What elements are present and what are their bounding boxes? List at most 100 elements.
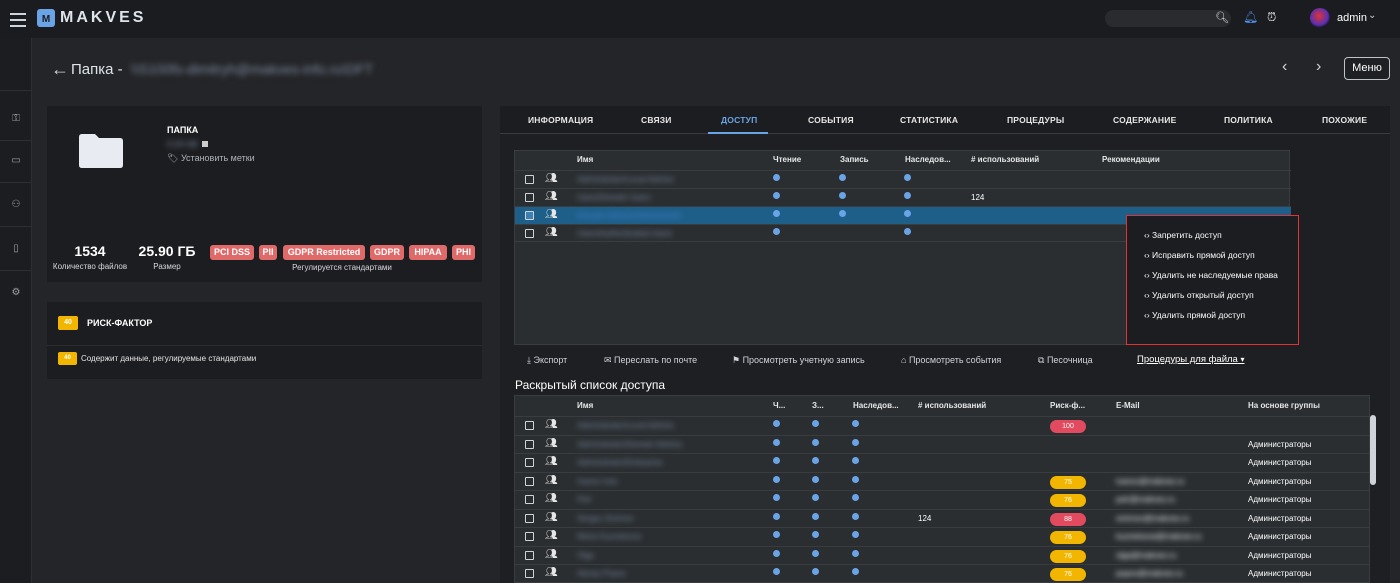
scrollbar[interactable] [1370, 415, 1376, 485]
row-name[interactable]: Ivanov Ivan [577, 477, 618, 486]
search-icon[interactable]: 🔍︎ [1215, 11, 1229, 24]
row-name[interactable]: Domain Admins\Administrator [577, 211, 682, 220]
table-row[interactable]: 👥︎ Users\Domain Users 124 [515, 188, 1291, 206]
row-name[interactable]: Administrator\Local Admins [577, 421, 674, 430]
inherit-indicator [904, 228, 911, 235]
inherit-indicator [852, 568, 859, 575]
column-header-read[interactable]: Ч... [773, 401, 785, 410]
sidebar-item-settings-icon[interactable]: ⚙ [9, 286, 23, 300]
row-checkbox[interactable] [525, 476, 534, 486]
row-name[interactable]: Administrator\Local Admins [577, 175, 674, 184]
set-tags-link[interactable]: 🏷︎ Установить метки [167, 153, 255, 164]
size-value: 25.90 ГБ [138, 243, 196, 259]
tab-similar[interactable]: ПОХОЖИЕ [1322, 115, 1367, 125]
menu-button[interactable]: Меню [1344, 57, 1390, 80]
column-header-inherit[interactable]: Наследов... [905, 155, 951, 164]
column-header-recommendations[interactable]: Рекомендации [1102, 155, 1160, 164]
sidebar-item-users-icon[interactable]: ⚇ [9, 198, 23, 212]
back-arrow-icon[interactable]: ← [51, 59, 69, 80]
column-header-inherit[interactable]: Наследов... [853, 401, 899, 410]
column-header-email[interactable]: E-Mail [1116, 401, 1140, 410]
column-header-name[interactable]: Имя [577, 155, 593, 164]
row-name[interactable]: Petr [577, 495, 592, 504]
read-indicator [773, 228, 780, 235]
menu-item-fix-direct-access[interactable]: ‹› Исправить прямой доступ [1144, 250, 1255, 260]
row-checkbox[interactable] [525, 439, 534, 449]
table-row[interactable]: 👥︎ Administrator\Domain Admins Администр… [515, 434, 1369, 454]
row-checkbox[interactable] [525, 193, 534, 202]
row-name[interactable]: Olga [577, 551, 594, 560]
tab-access[interactable]: ДОСТУП [721, 115, 757, 125]
row-checkbox[interactable] [525, 495, 534, 504]
tab-policy[interactable]: ПОЛИТИКА [1224, 115, 1273, 125]
row-checkbox[interactable] [525, 532, 534, 541]
next-arrow-icon[interactable]: › [1316, 58, 1321, 76]
tab-links[interactable]: СВЯЗИ [641, 115, 672, 125]
sandbox-button[interactable]: ⧉ Песочница [1038, 355, 1093, 366]
menu-item-remove-direct-access[interactable]: ‹› Удалить прямой доступ [1144, 310, 1245, 320]
tab-content[interactable]: СОДЕРЖАНИЕ [1113, 115, 1176, 125]
menu-item-remove-open-access[interactable]: ‹› Удалить открытый доступ [1144, 290, 1254, 300]
row-name[interactable]: Administrator\Enterprise [577, 458, 663, 467]
row-name[interactable]: Users\Authenticated Users [577, 229, 672, 238]
table-row[interactable]: 👥︎ Alexey Popov 76 popov@makves.ru Админ… [515, 564, 1369, 582]
column-header-write[interactable]: З... [812, 401, 824, 410]
row-checkbox[interactable] [525, 550, 534, 560]
table-row[interactable]: 👥︎ Administrator\Local Admins [515, 170, 1291, 188]
row-checkbox-checked[interactable] [525, 211, 534, 220]
table-row[interactable]: 👥︎ Administrator\Enterprise Администрато… [515, 453, 1369, 472]
row-checkbox[interactable] [525, 229, 534, 238]
chevron-down-icon[interactable]: ⌄ [1368, 10, 1376, 21]
group-icon: 👥︎ [545, 191, 558, 202]
row-name[interactable]: Users\Domain Users [577, 193, 651, 202]
table-row[interactable]: 👥︎ Sergey Smirnov 124 88 smirnov@makves.… [515, 508, 1369, 528]
column-header-write[interactable]: Запись [840, 155, 869, 164]
bell-icon[interactable]: 🔔︎ [1243, 10, 1258, 24]
row-name[interactable]: Administrator\Domain Admins [577, 440, 682, 449]
read-indicator [773, 438, 780, 446]
tab-procedures[interactable]: ПРОЦЕДУРЫ [1007, 115, 1064, 125]
column-header-name[interactable]: Имя [577, 401, 593, 410]
row-checkbox[interactable] [525, 513, 534, 523]
row-name[interactable]: Maria Kuznetsova [577, 532, 641, 541]
tab-events[interactable]: СОБЫТИЯ [808, 115, 854, 125]
column-header-risk[interactable]: Риск-ф... [1050, 401, 1085, 410]
write-indicator [839, 174, 846, 181]
mail-button[interactable]: ✉ Переслать по почте [604, 355, 697, 366]
column-header-group[interactable]: На основе группы [1248, 401, 1320, 410]
write-indicator [812, 420, 819, 427]
table-row[interactable]: 👥︎ Petr 76 petr@makves.ru Администраторы [515, 490, 1369, 509]
avatar[interactable] [1310, 8, 1330, 28]
prev-arrow-icon[interactable]: ‹ [1282, 58, 1287, 76]
view-events-button[interactable]: ⌂ Просмотреть события [901, 355, 1001, 365]
row-checkbox[interactable] [525, 569, 534, 578]
sidebar-item-keys-icon[interactable]: ⚿ [9, 112, 23, 126]
column-header-read[interactable]: Чтение [773, 155, 801, 164]
user-name[interactable]: admin [1337, 12, 1367, 24]
search-input[interactable] [1105, 10, 1231, 27]
table-row[interactable]: 👥︎ Maria Kuznetsova 76 kuznetsova@makves… [515, 527, 1369, 546]
tab-statistics[interactable]: СТАТИСТИКА [900, 115, 958, 125]
table-row[interactable]: 👥︎ Olga 76 olga@makves.ru Администраторы [515, 545, 1369, 565]
column-header-uses[interactable]: # использований [918, 401, 986, 410]
hamburger-menu-icon[interactable] [10, 9, 26, 29]
procedures-dropdown-button[interactable]: Процедуры для файла ▾ [1137, 354, 1245, 365]
row-name[interactable]: Sergey Smirnov [577, 514, 634, 523]
table-row[interactable]: 👥︎ Ivanov Ivan 75 ivanov@makves.ru Админ… [515, 471, 1369, 491]
view-account-button[interactable]: ⚑ Просмотреть учетную запись [732, 355, 865, 366]
row-checkbox[interactable] [525, 175, 534, 184]
table-row[interactable]: 👥︎ Administrator\Local Admins 100 [515, 416, 1369, 435]
row-checkbox[interactable] [525, 458, 534, 467]
alarm-icon[interactable]: ⏰︎ [1267, 10, 1276, 25]
uses-count: 124 [918, 513, 932, 523]
tab-info[interactable]: ИНФОРМАЦИЯ [528, 115, 593, 125]
export-button[interactable]: ⤓ Экспорт [527, 355, 567, 366]
menu-item-deny-access[interactable]: ‹› Запретить доступ [1144, 230, 1222, 240]
group-icon: 👥︎ [545, 493, 558, 504]
column-header-uses[interactable]: # использований [971, 155, 1039, 164]
sidebar-item-documents-icon[interactable]: ▯ [9, 242, 23, 256]
menu-item-remove-noninherited[interactable]: ‹› Удалить не наследуемые права [1144, 270, 1278, 280]
sidebar-item-devices-icon[interactable]: ▭ [9, 154, 23, 168]
row-checkbox[interactable] [525, 421, 534, 430]
row-name[interactable]: Alexey Popov [577, 569, 626, 578]
